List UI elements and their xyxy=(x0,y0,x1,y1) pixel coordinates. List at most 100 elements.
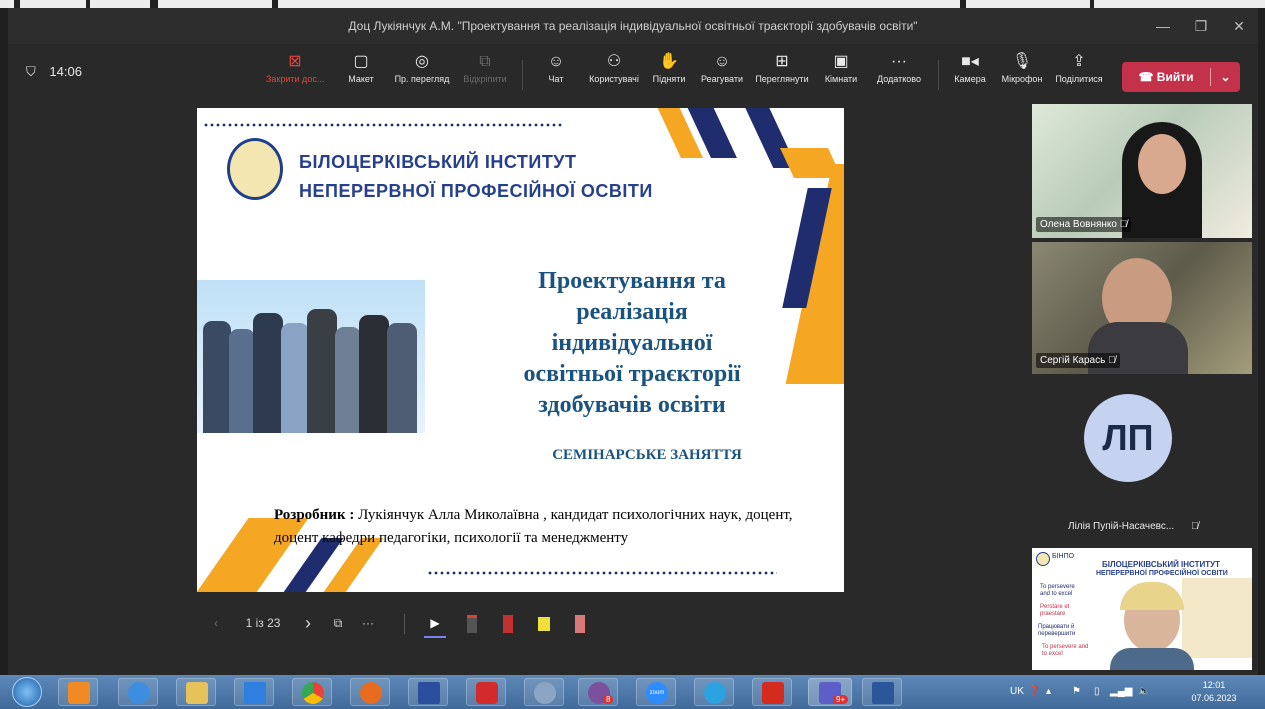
microphone-label: Мікрофон xyxy=(1001,74,1043,84)
presenter-view-label: Пр. перегляд xyxy=(394,74,450,84)
window-title: Доц Лукіянчук А.М. "Проектування та реал… xyxy=(348,19,918,33)
next-slide-button[interactable]: › xyxy=(300,608,316,638)
rooms-label: Кімнати xyxy=(824,74,858,84)
raise-hand-button[interactable]: ✋ Підняти xyxy=(648,50,690,98)
share-button[interactable]: ⇪ Поділитися xyxy=(1050,50,1108,98)
shield-icon: ⛉ xyxy=(26,64,36,79)
more-button[interactable]: ··· Додатково xyxy=(870,50,928,98)
react-button[interactable]: ☺ Реагувати xyxy=(696,50,748,98)
more-options-icon[interactable]: ··· xyxy=(358,608,378,638)
leave-main[interactable]: ☎ Вийти xyxy=(1122,62,1210,92)
previous-slide-button[interactable]: ‹ xyxy=(208,608,224,638)
camera-label: Камера xyxy=(954,74,986,84)
phone-icon: ☎ xyxy=(1138,70,1154,84)
institute-line-1: БІЛОЦЕРКІВСЬКИЙ ІНСТИТУТ xyxy=(299,152,577,172)
chat-icon: ☺ xyxy=(547,53,565,70)
rooms-icon: ▣ xyxy=(833,53,849,70)
slide-title: Проектування та реалізація індивідуально… xyxy=(523,268,741,418)
share-label: Поділитися xyxy=(1055,74,1103,84)
system-clock[interactable]: 12:01 07.06.2023 xyxy=(1189,679,1239,705)
tray-expand-icon[interactable]: ▴ xyxy=(1046,675,1051,709)
internet-explorer-app[interactable] xyxy=(118,678,158,706)
highlighter-icon[interactable] xyxy=(536,608,552,638)
microphone-icon: 🎙 xyxy=(1011,53,1033,70)
view-button[interactable]: ⊞ Переглянути xyxy=(752,50,812,98)
red-app[interactable] xyxy=(466,678,506,706)
media-player-app[interactable] xyxy=(58,678,98,706)
volume-icon[interactable]: 🔈 xyxy=(1138,675,1150,709)
minimize-button[interactable]: — xyxy=(1144,8,1182,44)
slides-grid-icon[interactable]: ⧉ xyxy=(328,608,348,638)
microphone-button[interactable]: 🎙 Мікрофон xyxy=(996,50,1048,98)
rooms-button[interactable]: ▣ Кімнати xyxy=(816,50,866,98)
laser-pointer-icon[interactable]: ▶ xyxy=(424,608,446,638)
participant-video-tile[interactable]: Олена Вовнянко 🎙̸ xyxy=(1032,104,1252,238)
word-app[interactable] xyxy=(862,678,902,706)
mic-muted-icon: 🎙̸ xyxy=(1191,521,1199,532)
close-button[interactable]: ✕ xyxy=(1220,8,1258,44)
author-label: Розробник : xyxy=(274,507,355,523)
viber-app[interactable]: 8 xyxy=(578,678,618,706)
viber-badge: 8 xyxy=(603,695,614,704)
mic-muted-icon: 🎙̸ xyxy=(1108,355,1116,366)
maximize-button[interactable]: ❐ xyxy=(1182,8,1220,44)
meeting-time: 14:06 xyxy=(49,64,82,79)
pen-icon[interactable] xyxy=(464,608,480,638)
camera-icon: ■◂ xyxy=(961,53,979,70)
meeting-toolbar: ⛉ 14:06 ⊠ Закрити дос... ▢ Макет ◎ Пр. п… xyxy=(8,44,1258,102)
flag-icon[interactable]: ⚑ xyxy=(1072,675,1081,709)
network-icon[interactable]: ▂▄▆ xyxy=(1110,675,1132,709)
eraser-icon[interactable] xyxy=(572,608,588,638)
institute-line-2: НЕПЕРЕРВНОЇ ПРОФЕСІЙНОЇ ОСВІТИ xyxy=(299,181,653,201)
institute-name: БІЛОЦЕРКІВСЬКИЙ ІНСТИТУТ НЕПЕРЕРВНОЇ ПРО… xyxy=(299,148,653,206)
layout-icon: ▢ xyxy=(353,53,369,70)
toolbar-divider xyxy=(522,60,523,90)
participant-name: Олена Вовнянко 🎙̸ xyxy=(1036,217,1132,232)
people-icon: ⚇ xyxy=(606,53,622,70)
chat-button[interactable]: ☺ Чат xyxy=(540,50,572,98)
institute-logo xyxy=(227,138,283,200)
react-label: Реагувати xyxy=(700,74,744,84)
participant-avatar[interactable]: ЛП xyxy=(1084,394,1172,482)
hand-icon: ✋ xyxy=(659,53,679,70)
player-app[interactable] xyxy=(234,678,274,706)
help-icon[interactable]: ❓ xyxy=(1028,675,1040,709)
presenter-view-button[interactable]: ◎ Пр. перегляд xyxy=(390,50,454,98)
self-video-thumbnail[interactable]: БІНПО БІЛОЦЕРКІВСЬКИЙ ІНСТИТУТ НЕПЕРЕРВН… xyxy=(1032,548,1252,670)
acrobat-app[interactable] xyxy=(752,678,792,706)
share-icon: ⇪ xyxy=(1072,53,1086,70)
clock-date: 07.06.2023 xyxy=(1191,693,1237,703)
red-pen-icon[interactable] xyxy=(500,608,516,638)
firefox-app[interactable] xyxy=(350,678,390,706)
telegram-app[interactable] xyxy=(694,678,734,706)
camera-button[interactable]: ■◂ Камера xyxy=(948,50,992,98)
chrome-app[interactable] xyxy=(292,678,332,706)
people-button[interactable]: ⚇ Користувачі xyxy=(584,50,644,98)
pop-out-label: Відкріпити xyxy=(463,74,507,84)
file-explorer-app[interactable] xyxy=(176,678,216,706)
save-app[interactable] xyxy=(408,678,448,706)
start-button[interactable] xyxy=(12,677,42,707)
clock-time: 12:01 xyxy=(1202,680,1226,690)
battery-icon[interactable]: ▯ xyxy=(1094,675,1100,709)
zoom-app[interactable]: zoom xyxy=(636,678,676,706)
settings-app[interactable] xyxy=(524,678,564,706)
windows-taskbar: 8 zoom 9+ UK ❓ ▴ ⚑ ▯ ▂▄▆ 🔈 12:01 07.06.2… xyxy=(0,675,1265,709)
stop-sharing-button[interactable]: ⊠ Закрити дос... xyxy=(266,50,324,98)
leave-label: Вийти xyxy=(1156,70,1194,84)
participant-video-tile[interactable]: Сергій Карась 🎙̸ xyxy=(1032,242,1252,374)
language-indicator[interactable]: UK xyxy=(1010,675,1024,709)
leave-button[interactable]: ☎ Вийти ⌄ xyxy=(1122,62,1240,92)
people-illustration xyxy=(197,280,425,433)
eye-icon: ◎ xyxy=(415,53,429,70)
pop-out-button[interactable]: ⧉ Відкріпити xyxy=(458,50,512,98)
chevron-down-icon[interactable]: ⌄ xyxy=(1211,62,1240,92)
more-label: Додатково xyxy=(877,74,921,84)
layout-button[interactable]: ▢ Макет xyxy=(342,50,380,98)
raise-hand-label: Підняти xyxy=(652,74,686,84)
teams-meeting-window: Доц Лукіянчук А.М. "Проектування та реал… xyxy=(8,8,1258,675)
teams-app[interactable]: 9+ xyxy=(808,678,852,706)
layout-label: Макет xyxy=(348,74,374,84)
people-label: Користувачі xyxy=(589,74,639,84)
meeting-clock: ⛉ 14:06 xyxy=(26,64,82,80)
